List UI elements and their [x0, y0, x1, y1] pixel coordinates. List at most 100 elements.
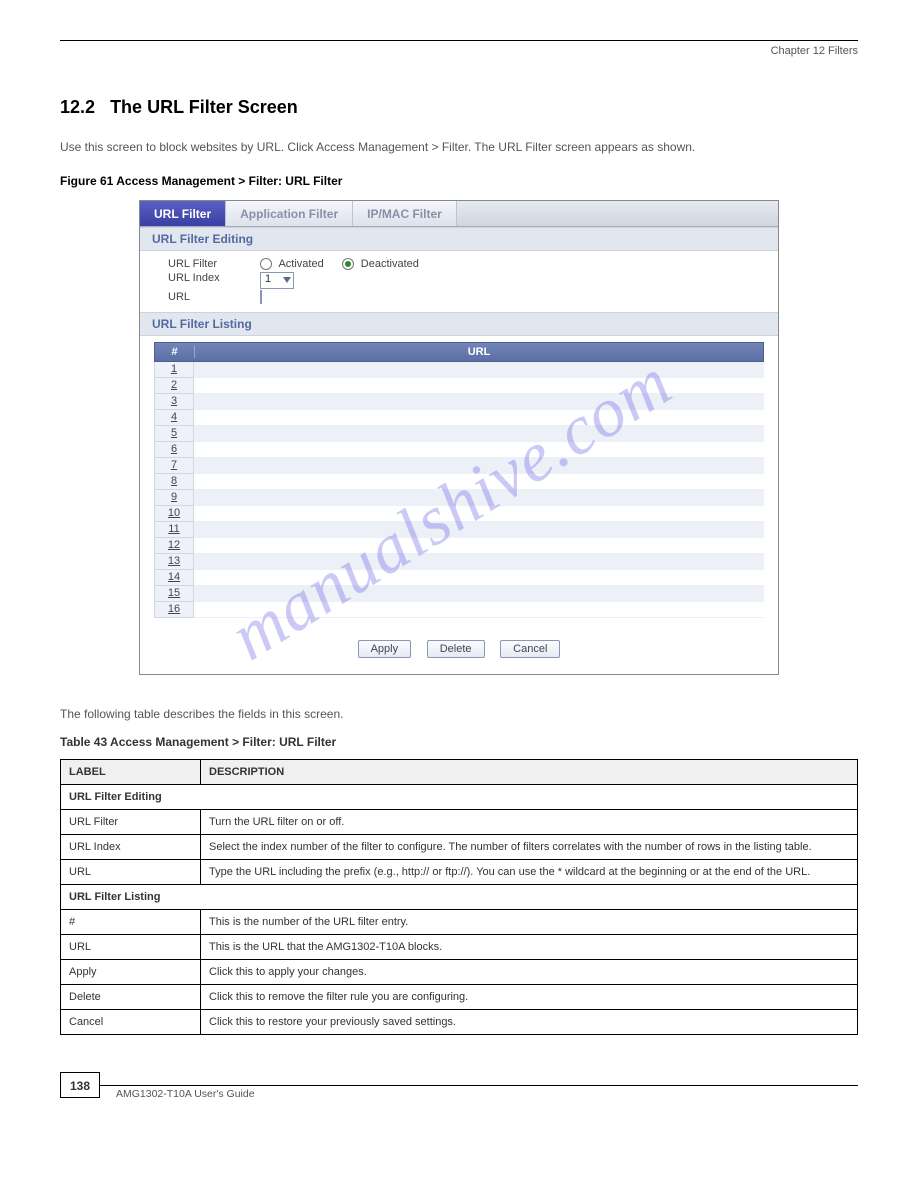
table-row: 1 — [154, 362, 764, 378]
cell-desc: This is the number of the URL filter ent… — [201, 910, 858, 935]
cell-label: URL — [61, 860, 201, 885]
table-row: URLType the URL including the prefix (e.… — [61, 860, 858, 885]
group-row: URL Filter Editing — [61, 785, 858, 810]
col-url-header: URL — [195, 346, 763, 358]
listing-header: # URL — [154, 342, 764, 362]
row-url — [194, 586, 764, 602]
activated-radio[interactable]: Activated — [260, 258, 324, 270]
tab-application-filter[interactable]: Application Filter — [226, 201, 353, 226]
cell-label: Apply — [61, 960, 201, 985]
cell-label: URL Filter — [61, 810, 201, 835]
table-row: 2 — [154, 378, 764, 394]
table-row: 6 — [154, 442, 764, 458]
figure-label: Figure 61 Access Management > Filter: UR… — [60, 174, 858, 188]
table-row: 8 — [154, 474, 764, 490]
apply-button[interactable]: Apply — [358, 640, 412, 658]
row-index[interactable]: 5 — [154, 426, 194, 442]
table-row: #This is the number of the URL filter en… — [61, 910, 858, 935]
table-row: 12 — [154, 538, 764, 554]
cell-desc: Click this to remove the filter rule you… — [201, 985, 858, 1010]
row-url — [194, 362, 764, 378]
tab-ipmac-filter[interactable]: IP/MAC Filter — [353, 201, 457, 226]
row-index[interactable]: 8 — [154, 474, 194, 490]
row-index[interactable]: 16 — [154, 602, 194, 618]
row-url — [194, 458, 764, 474]
chapter-label: Chapter 12 Filters — [60, 45, 858, 57]
row-index[interactable]: 1 — [154, 362, 194, 378]
row-url — [194, 394, 764, 410]
row-index[interactable]: 13 — [154, 554, 194, 570]
intro-text: Use this screen to block websites by URL… — [60, 138, 858, 156]
url-index-select[interactable]: 1 — [260, 272, 294, 289]
table-row: DeleteClick this to remove the filter ru… — [61, 985, 858, 1010]
row-index[interactable]: 12 — [154, 538, 194, 554]
cell-label: # — [61, 910, 201, 935]
row-index[interactable]: 2 — [154, 378, 194, 394]
cell-desc: Click this to apply your changes. — [201, 960, 858, 985]
table-row: 14 — [154, 570, 764, 586]
col-label-header: LABEL — [61, 760, 201, 785]
row-url — [194, 538, 764, 554]
table-row: 11 — [154, 522, 764, 538]
radio-icon — [260, 258, 272, 270]
row-index[interactable]: 6 — [154, 442, 194, 458]
tab-bar: URL Filter Application Filter IP/MAC Fil… — [140, 201, 778, 227]
explanation-table: LABEL DESCRIPTION URL Filter EditingURL … — [60, 759, 858, 1035]
row-index[interactable]: 11 — [154, 522, 194, 538]
section-number: 12.2 — [60, 97, 95, 117]
button-bar: Apply Delete Cancel — [140, 630, 778, 674]
row-index[interactable]: 14 — [154, 570, 194, 586]
section-heading: 12.2 The URL Filter Screen — [60, 97, 858, 118]
table-row: 4 — [154, 410, 764, 426]
table-row: ApplyClick this to apply your changes. — [61, 960, 858, 985]
delete-button[interactable]: Delete — [427, 640, 485, 658]
url-filter-panel: URL Filter Application Filter IP/MAC Fil… — [139, 200, 779, 675]
cell-label: Delete — [61, 985, 201, 1010]
radio-icon — [342, 258, 354, 270]
table-row: 3 — [154, 394, 764, 410]
row-url — [194, 378, 764, 394]
row-index[interactable]: 15 — [154, 586, 194, 602]
listing-area: # URL 12345678910111213141516 — [140, 336, 778, 630]
row-index[interactable]: 9 — [154, 490, 194, 506]
group-row: URL Filter Listing — [61, 885, 858, 910]
table-row: 10 — [154, 506, 764, 522]
url-label: URL — [140, 291, 260, 303]
cell-desc: Type the URL including the prefix (e.g.,… — [201, 860, 858, 885]
table-row: 16 — [154, 602, 764, 618]
row-url — [194, 426, 764, 442]
row-index[interactable]: 10 — [154, 506, 194, 522]
row-url — [194, 522, 764, 538]
table-row: URL IndexSelect the index number of the … — [61, 835, 858, 860]
activated-label: Activated — [278, 258, 323, 270]
footer: 138 AMG1302-T10A User's Guide — [60, 1085, 858, 1100]
url-index-label: URL Index — [140, 272, 260, 289]
cell-label: URL — [61, 935, 201, 960]
row-url — [194, 602, 764, 618]
row-index[interactable]: 7 — [154, 458, 194, 474]
row-url — [194, 554, 764, 570]
row-url — [194, 490, 764, 506]
col-idx-header: # — [155, 346, 195, 358]
section-title: The URL Filter Screen — [110, 97, 298, 117]
tab-url-filter[interactable]: URL Filter — [140, 201, 226, 226]
deactivated-radio[interactable]: Deactivated — [342, 258, 419, 270]
table-row: CancelClick this to restore your previou… — [61, 1010, 858, 1035]
row-index[interactable]: 3 — [154, 394, 194, 410]
table-row: 13 — [154, 554, 764, 570]
page-number: 138 — [60, 1072, 100, 1098]
row-url — [194, 506, 764, 522]
cell-desc: Click this to restore your previously sa… — [201, 1010, 858, 1035]
footer-guide: AMG1302-T10A User's Guide — [116, 1086, 858, 1100]
table-row: 5 — [154, 426, 764, 442]
col-desc-header: DESCRIPTION — [201, 760, 858, 785]
table-row: 9 — [154, 490, 764, 506]
row-url — [194, 442, 764, 458]
table-row: 7 — [154, 458, 764, 474]
url-input[interactable] — [260, 290, 262, 304]
cell-desc: Turn the URL filter on or off. — [201, 810, 858, 835]
row-index[interactable]: 4 — [154, 410, 194, 426]
form-area: URL Filter Activated Deactivated URL Ind… — [140, 251, 778, 312]
table-row: URLThis is the URL that the AMG1302-T10A… — [61, 935, 858, 960]
cancel-button[interactable]: Cancel — [500, 640, 560, 658]
